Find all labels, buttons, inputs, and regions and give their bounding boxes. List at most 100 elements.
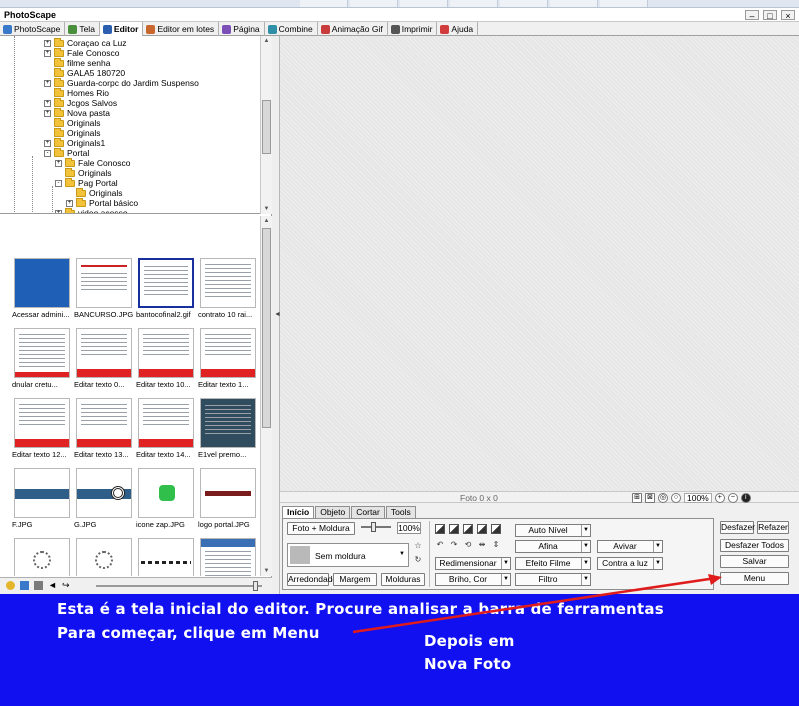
tree-item[interactable]: Originals [44,117,101,128]
tree-item[interactable]: - Portal [44,147,89,158]
actual-size-icon[interactable]: ⊠ [645,492,655,503]
frame-slider[interactable] [361,522,391,532]
scroll-down-icon[interactable]: ▼ [261,566,272,576]
thumbnail-size-slider[interactable] [96,581,262,591]
thumbnail-item[interactable]: Produzindo e fl... [74,538,138,576]
auto-level-combo[interactable]: Auto Nível ▼ [515,524,591,537]
tree-item[interactable]: + Portal básico [66,197,138,208]
round-button[interactable]: Arredondado [287,573,337,586]
brighten-combo[interactable]: Avivar ▼ [597,540,663,553]
rotate-icon[interactable]: ⟲ [463,540,473,550]
tab-imprimir[interactable]: Imprimir [388,22,438,36]
tool-tab-3[interactable]: Tools [385,506,416,518]
tree-item[interactable]: GALA5 180720 [44,67,125,78]
tree-item[interactable]: + Fale Conosco [55,157,130,168]
thumbnail-item[interactable]: F.JPG [12,468,76,538]
tree-item[interactable]: + video acesso [55,207,128,213]
close-icon[interactable]: × [781,10,795,21]
zoom-reset-icon[interactable]: ○ [671,492,681,503]
tree-item[interactable]: Originals [66,187,123,198]
panel-splitter[interactable]: ◄ [272,36,281,594]
tool-tab-1[interactable]: Objeto [315,506,351,518]
frames-button[interactable]: Molduras [381,573,425,586]
folder-view-icon[interactable] [34,581,43,590]
thumbnail-item[interactable]: icone zap.JPG [136,468,200,538]
tab-combine[interactable]: Combine [265,22,318,36]
zoom-out-icon[interactable]: − [727,492,738,503]
undo-button[interactable]: Desfazer [720,521,755,534]
tree-item[interactable]: Originals [44,127,101,138]
back-arrow-icon[interactable]: ◄ [48,581,57,590]
zoom-in-icon[interactable]: + [714,492,725,503]
rotate-left-icon[interactable]: ↶ [435,540,445,550]
backlight-combo[interactable]: Contra a luz ▼ [597,557,663,570]
frame-percent-field[interactable]: 100% [397,522,421,534]
frame-selector[interactable]: Sem moldura ▼ [287,543,409,567]
tab-editor-em-lotes[interactable]: Editor em lotes [143,22,220,36]
thumbnail-item[interactable]: dnular cretu... [12,328,76,398]
expand-icon[interactable]: + [44,49,51,57]
thumbnail-item[interactable]: Editar texto 14... [136,398,200,468]
tree-item[interactable]: + Nova pasta [44,107,110,118]
fit-icon[interactable]: ⊞ [632,492,642,503]
contrast-4-icon[interactable] [477,524,487,534]
thumbnail-item[interactable]: URL.JPG [198,538,260,576]
resize-combo[interactable]: Redimensionar ▼ [435,557,511,570]
browser-tab[interactable] [600,0,648,7]
contrast-5-icon[interactable] [491,524,501,534]
rotate-right-icon[interactable]: ↷ [449,540,459,550]
thumbnail-item[interactable]: BANCURSO.JPG [74,258,138,328]
tree-item[interactable]: Homes Rio [44,87,109,98]
contrast-2-icon[interactable] [449,524,459,534]
thumbnail-item[interactable]: logo portal.JPG [198,468,260,538]
zoom-fit-icon[interactable]: ◎ [658,492,668,503]
browser-tab[interactable] [500,0,548,7]
maximize-icon[interactable]: □ [763,10,777,21]
scroll-up-icon[interactable]: ▲ [261,216,272,226]
flip-vertical-icon[interactable]: ⇕ [491,540,501,550]
margin-button[interactable]: Margem [333,573,377,586]
thumbnail-item[interactable]: telefones2.jpg [136,538,200,576]
info-icon[interactable]: i [740,492,751,503]
thumbnail-scrollbar[interactable]: ▲ ▼ [260,216,272,576]
scroll-down-icon[interactable]: ▼ [261,204,272,214]
expand-icon[interactable]: + [55,209,62,213]
collapse-icon[interactable]: - [55,179,62,187]
thumbnail-scroll-thumb[interactable] [262,228,271,428]
thumbnail-item[interactable]: E1vel premo... [198,398,260,468]
browser-tab[interactable] [350,0,398,7]
photo-frame-button[interactable]: Foto + Moldura [287,522,355,535]
star-outline-icon[interactable]: ☆ [413,541,423,551]
tool-tab-2[interactable]: Cortar [351,506,385,518]
thumbnail-item[interactable]: contrato 10 rai... [198,258,260,328]
tree-scrollbar[interactable]: ▲ ▼ [260,36,272,214]
expand-icon[interactable]: + [44,139,51,147]
thumbnail-item[interactable]: Acessar admini... [12,258,76,328]
expand-icon[interactable]: + [44,39,51,47]
browser-tab[interactable] [300,0,348,7]
thumbnail-item[interactable]: Editar texto 0... [74,328,138,398]
thumbnail-item[interactable]: Produzindo e fl... [12,538,76,576]
expand-icon[interactable]: + [55,159,62,167]
expand-icon[interactable]: + [44,99,51,107]
slider-knob[interactable] [371,522,376,532]
undo-all-button[interactable]: Desfazer Todos [720,539,789,552]
thumbnail-item[interactable]: Editar texto 12... [12,398,76,468]
browser-tab[interactable] [550,0,598,7]
contrast-1-icon[interactable] [435,524,445,534]
expand-icon[interactable]: + [66,199,73,207]
tree-item[interactable]: - Pag Portal [55,177,118,188]
browser-tab[interactable] [400,0,448,7]
film-effect-combo[interactable]: Efeito Filme ▼ [515,557,591,570]
collapse-icon[interactable]: - [44,149,51,157]
tree-item[interactable]: Originals [55,167,112,178]
thumbnail-item[interactable]: Editar texto 1... [198,328,260,398]
expand-icon[interactable]: + [44,109,51,117]
tab-ajuda[interactable]: Ajuda [437,22,479,36]
forward-arrow-icon[interactable]: ↪ [62,581,71,590]
tool-tab-0[interactable]: Início [282,506,315,518]
thumbnail-item[interactable]: Editar texto 13... [74,398,138,468]
tree-item[interactable]: + Originals1 [44,137,105,148]
thumbnail-item[interactable]: bantocofinal2.gif [136,258,200,328]
flip-horizontal-icon[interactable]: ⇹ [477,540,487,550]
